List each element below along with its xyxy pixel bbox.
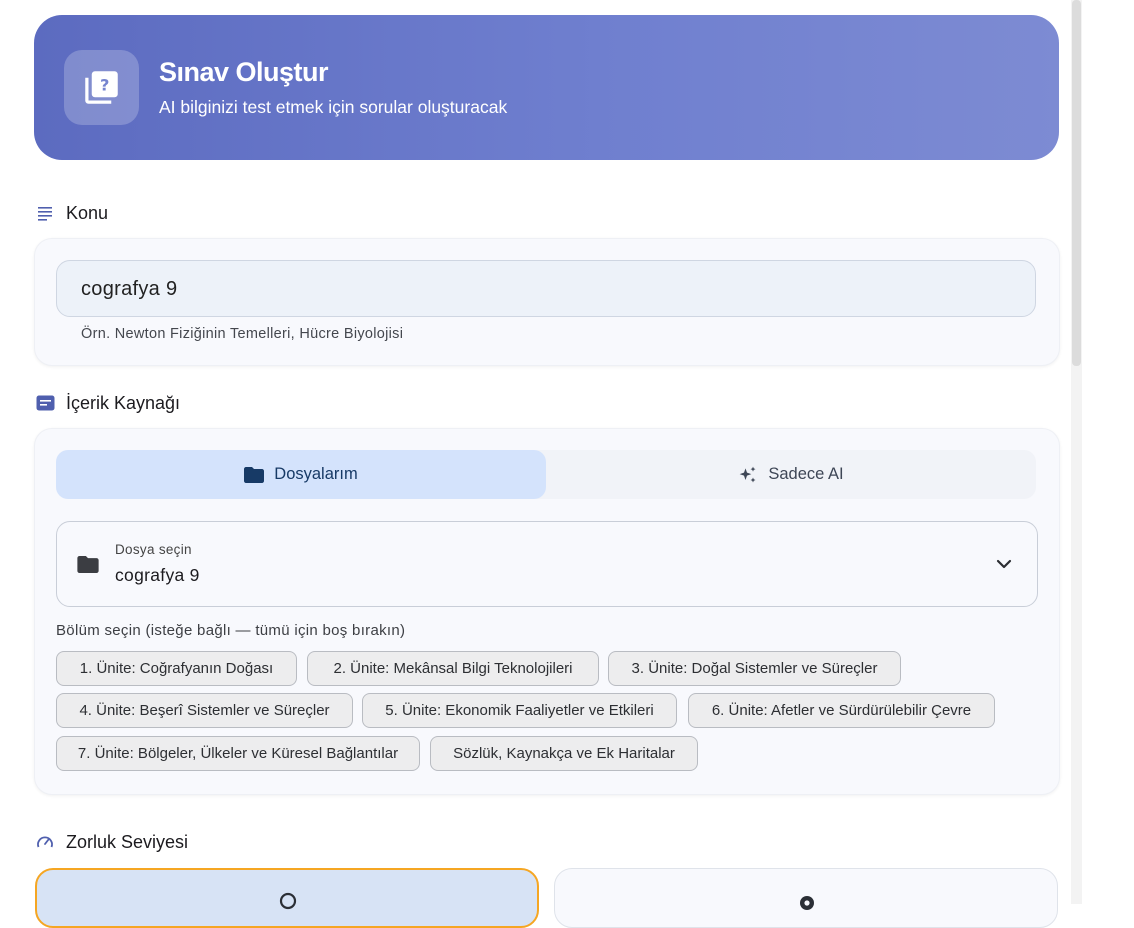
tab-ai-only[interactable]: Sadece AI bbox=[546, 450, 1036, 499]
gear-icon bbox=[800, 896, 814, 910]
chapter-chip[interactable]: 5. Ünite: Ekonomik Faaliyetler ve Etkile… bbox=[362, 693, 677, 728]
quiz-icon: ? bbox=[64, 50, 139, 125]
source-card: Dosyalarım Sadece AI Dosya seçin cografy… bbox=[34, 428, 1060, 795]
difficulty-section-title: Zorluk Seviyesi bbox=[66, 832, 189, 852]
source-segmented-control: Dosyalarım Sadece AI bbox=[56, 450, 1036, 499]
difficulty-option-selected[interactable] bbox=[35, 868, 539, 928]
speed-icon bbox=[37, 836, 53, 848]
tab-my-files-label: Dosyalarım bbox=[274, 465, 358, 483]
scrollbar-thumb[interactable] bbox=[1072, 0, 1081, 366]
folder-icon bbox=[244, 466, 265, 483]
topic-hint: Örn. Newton Fiziğinin Temelleri, Hücre B… bbox=[81, 326, 404, 342]
topic-section-title: Konu bbox=[66, 203, 109, 223]
file-select-label: Dosya seçin bbox=[115, 542, 192, 557]
chevron-down-icon[interactable] bbox=[996, 558, 1012, 570]
source-icon bbox=[36, 395, 55, 411]
search-icon bbox=[279, 892, 297, 910]
notes-icon bbox=[38, 207, 52, 221]
file-select-value: cografya 9 bbox=[115, 565, 200, 585]
chapters-label: Bölüm seçin (isteğe bağlı — tümü için bo… bbox=[56, 622, 406, 639]
chapter-chip[interactable]: 7. Ünite: Bölgeler, Ülkeler ve Küresel B… bbox=[56, 736, 420, 771]
file-select[interactable]: Dosya seçin cografya 9 bbox=[56, 521, 1038, 607]
tab-my-files[interactable]: Dosyalarım bbox=[56, 450, 546, 499]
source-section-title: İçerik Kaynağı bbox=[66, 393, 181, 413]
chapter-chip[interactable]: Sözlük, Kaynakça ve Ek Haritalar bbox=[430, 736, 698, 771]
sparkle-icon bbox=[740, 466, 756, 482]
difficulty-option[interactable] bbox=[554, 868, 1058, 928]
topic-card: cografya 9 Örn. Newton Fiziğinin Temelle… bbox=[34, 238, 1060, 366]
chapter-chip[interactable]: 1. Ünite: Coğrafyanın Doğası bbox=[56, 651, 297, 686]
svg-text:?: ? bbox=[100, 75, 109, 94]
chapter-chip[interactable]: 2. Ünite: Mekânsal Bilgi Teknolojileri bbox=[307, 651, 599, 686]
topic-input[interactable]: cografya 9 bbox=[56, 260, 1036, 317]
tab-ai-only-label: Sadece AI bbox=[768, 465, 844, 483]
chapter-chip[interactable]: 4. Ünite: Beşerî Sistemler ve Süreçler bbox=[56, 693, 353, 728]
header-card: ? Sınav Oluştur AI bilginizi test etmek … bbox=[34, 15, 1059, 160]
folder-icon bbox=[77, 556, 99, 573]
page-title: Sınav Oluştur bbox=[159, 57, 329, 87]
chapter-chip[interactable]: 3. Ünite: Doğal Sistemler ve Süreçler bbox=[608, 651, 901, 686]
page-subtitle: AI bilginizi test etmek için sorular olu… bbox=[159, 97, 508, 117]
chapter-chip[interactable]: 6. Ünite: Afetler ve Sürdürülebilir Çevr… bbox=[688, 693, 995, 728]
